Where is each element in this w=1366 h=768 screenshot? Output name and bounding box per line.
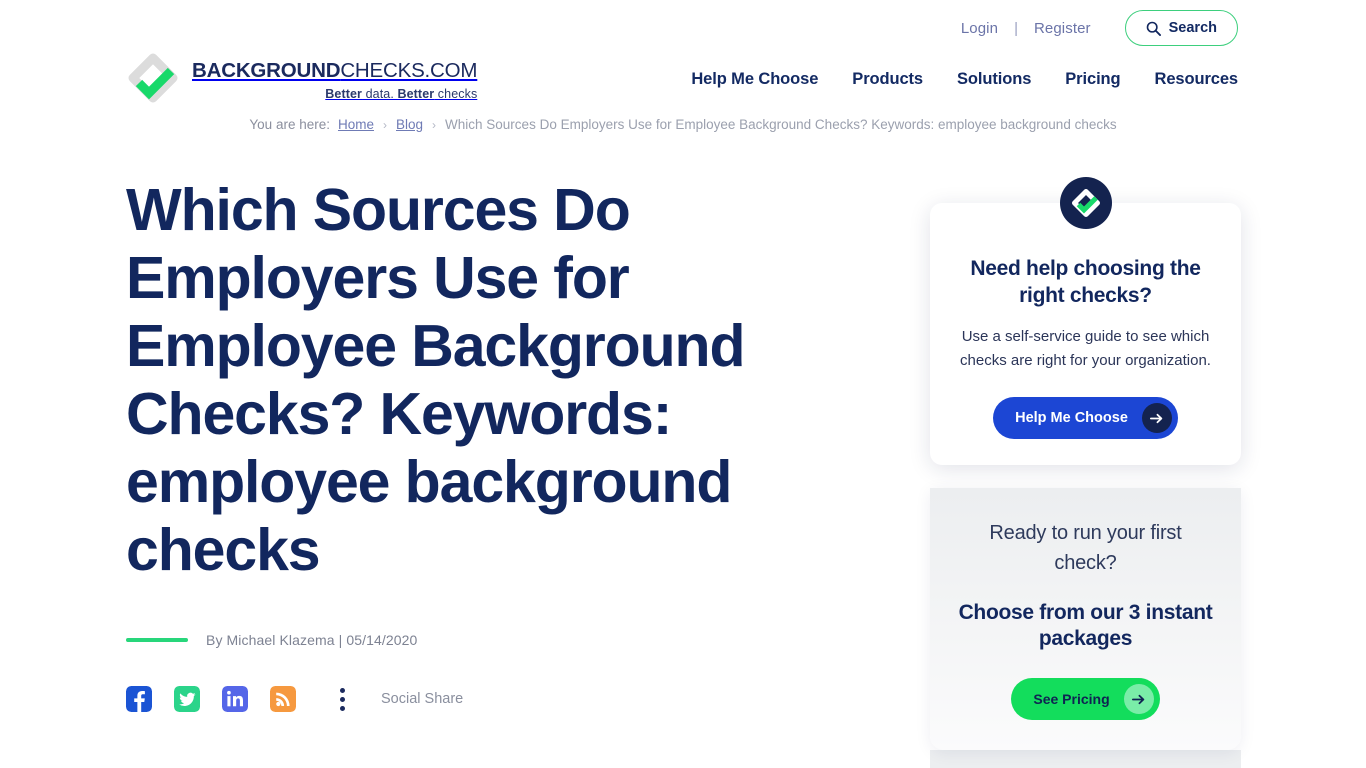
- register-link[interactable]: Register: [1032, 20, 1093, 37]
- pricing-card: Ready to run your first check? Choose fr…: [930, 488, 1241, 750]
- linkedin-icon[interactable]: [222, 686, 248, 712]
- social-share-row: Social Share: [126, 686, 886, 712]
- logo-tagline: Better data. Better checks: [325, 86, 478, 101]
- see-pricing-button[interactable]: See Pricing: [1011, 678, 1160, 720]
- help-card-body: Use a self-service guide to see which ch…: [960, 328, 1211, 369]
- breadcrumb-current: Which Sources Do Employers Use for Emplo…: [445, 117, 1117, 132]
- breadcrumb-link-blog[interactable]: Blog: [396, 117, 423, 132]
- breadcrumb: You are here: Home › Blog › Which Source…: [0, 117, 1366, 132]
- arrow-right-icon: [1141, 403, 1172, 433]
- social-share-label: Social Share: [381, 691, 464, 707]
- instant-report-card: Get your report instantly: [930, 750, 1241, 768]
- article-byline: By Michael Klazema | 05/14/2020: [206, 632, 418, 648]
- breadcrumb-prefix: You are here:: [249, 117, 330, 132]
- article-header: Which Sources Do Employers Use for Emplo…: [126, 176, 886, 712]
- page-root: Login | Register Search BACKGROUNDCHECKS…: [0, 0, 1366, 768]
- see-pricing-button-label: See Pricing: [1033, 691, 1110, 707]
- facebook-icon[interactable]: [126, 686, 152, 712]
- help-me-choose-button-label: Help Me Choose: [1015, 410, 1128, 426]
- help-card-title: Need help choosing the right checks?: [970, 257, 1201, 307]
- byline-row: By Michael Klazema | 05/14/2020: [126, 632, 886, 648]
- login-link[interactable]: Login: [959, 20, 1000, 37]
- pricing-card-subtitle: Choose from our 3 instant packages: [958, 601, 1213, 650]
- logo-diamond-check-icon: [126, 52, 182, 108]
- breadcrumb-chevron-icon: ›: [383, 118, 387, 132]
- more-options-icon[interactable]: [340, 687, 345, 711]
- twitter-icon[interactable]: [174, 686, 200, 712]
- accent-rule: [126, 638, 188, 642]
- utility-separator: |: [1014, 19, 1018, 37]
- search-icon: [1146, 21, 1161, 36]
- breadcrumb-chevron-icon: ›: [432, 118, 437, 132]
- logo-wordmark: BACKGROUNDCHECKS.COM: [192, 59, 478, 83]
- main-navigation: Help Me Choose Products Solutions Pricin…: [691, 70, 1238, 89]
- site-logo[interactable]: BACKGROUNDCHECKS.COM Better data. Better…: [126, 52, 477, 108]
- search-button-label: Search: [1168, 20, 1217, 36]
- help-choosing-card: Need help choosing the right checks? Use…: [930, 177, 1241, 465]
- badge-diamond-check-icon: [1059, 177, 1112, 229]
- nav-item-products[interactable]: Products: [852, 70, 923, 89]
- arrow-right-icon: [1123, 684, 1154, 714]
- page-title: Which Sources Do Employers Use for Emplo…: [126, 177, 746, 583]
- help-me-choose-button[interactable]: Help Me Choose: [993, 397, 1178, 439]
- pricing-card-lead: Ready to run your first check?: [989, 522, 1182, 574]
- nav-item-pricing[interactable]: Pricing: [1065, 70, 1120, 89]
- sidebar: Need help choosing the right checks? Use…: [930, 177, 1241, 768]
- search-button[interactable]: Search: [1124, 10, 1238, 46]
- breadcrumb-link-home[interactable]: Home: [338, 117, 374, 132]
- site-header: BACKGROUNDCHECKS.COM Better data. Better…: [0, 52, 1366, 114]
- nav-item-help-me-choose[interactable]: Help Me Choose: [691, 70, 818, 89]
- nav-item-solutions[interactable]: Solutions: [957, 70, 1031, 89]
- utility-bar: Login | Register Search: [0, 0, 1366, 56]
- nav-item-resources[interactable]: Resources: [1155, 70, 1239, 89]
- rss-icon[interactable]: [270, 686, 296, 712]
